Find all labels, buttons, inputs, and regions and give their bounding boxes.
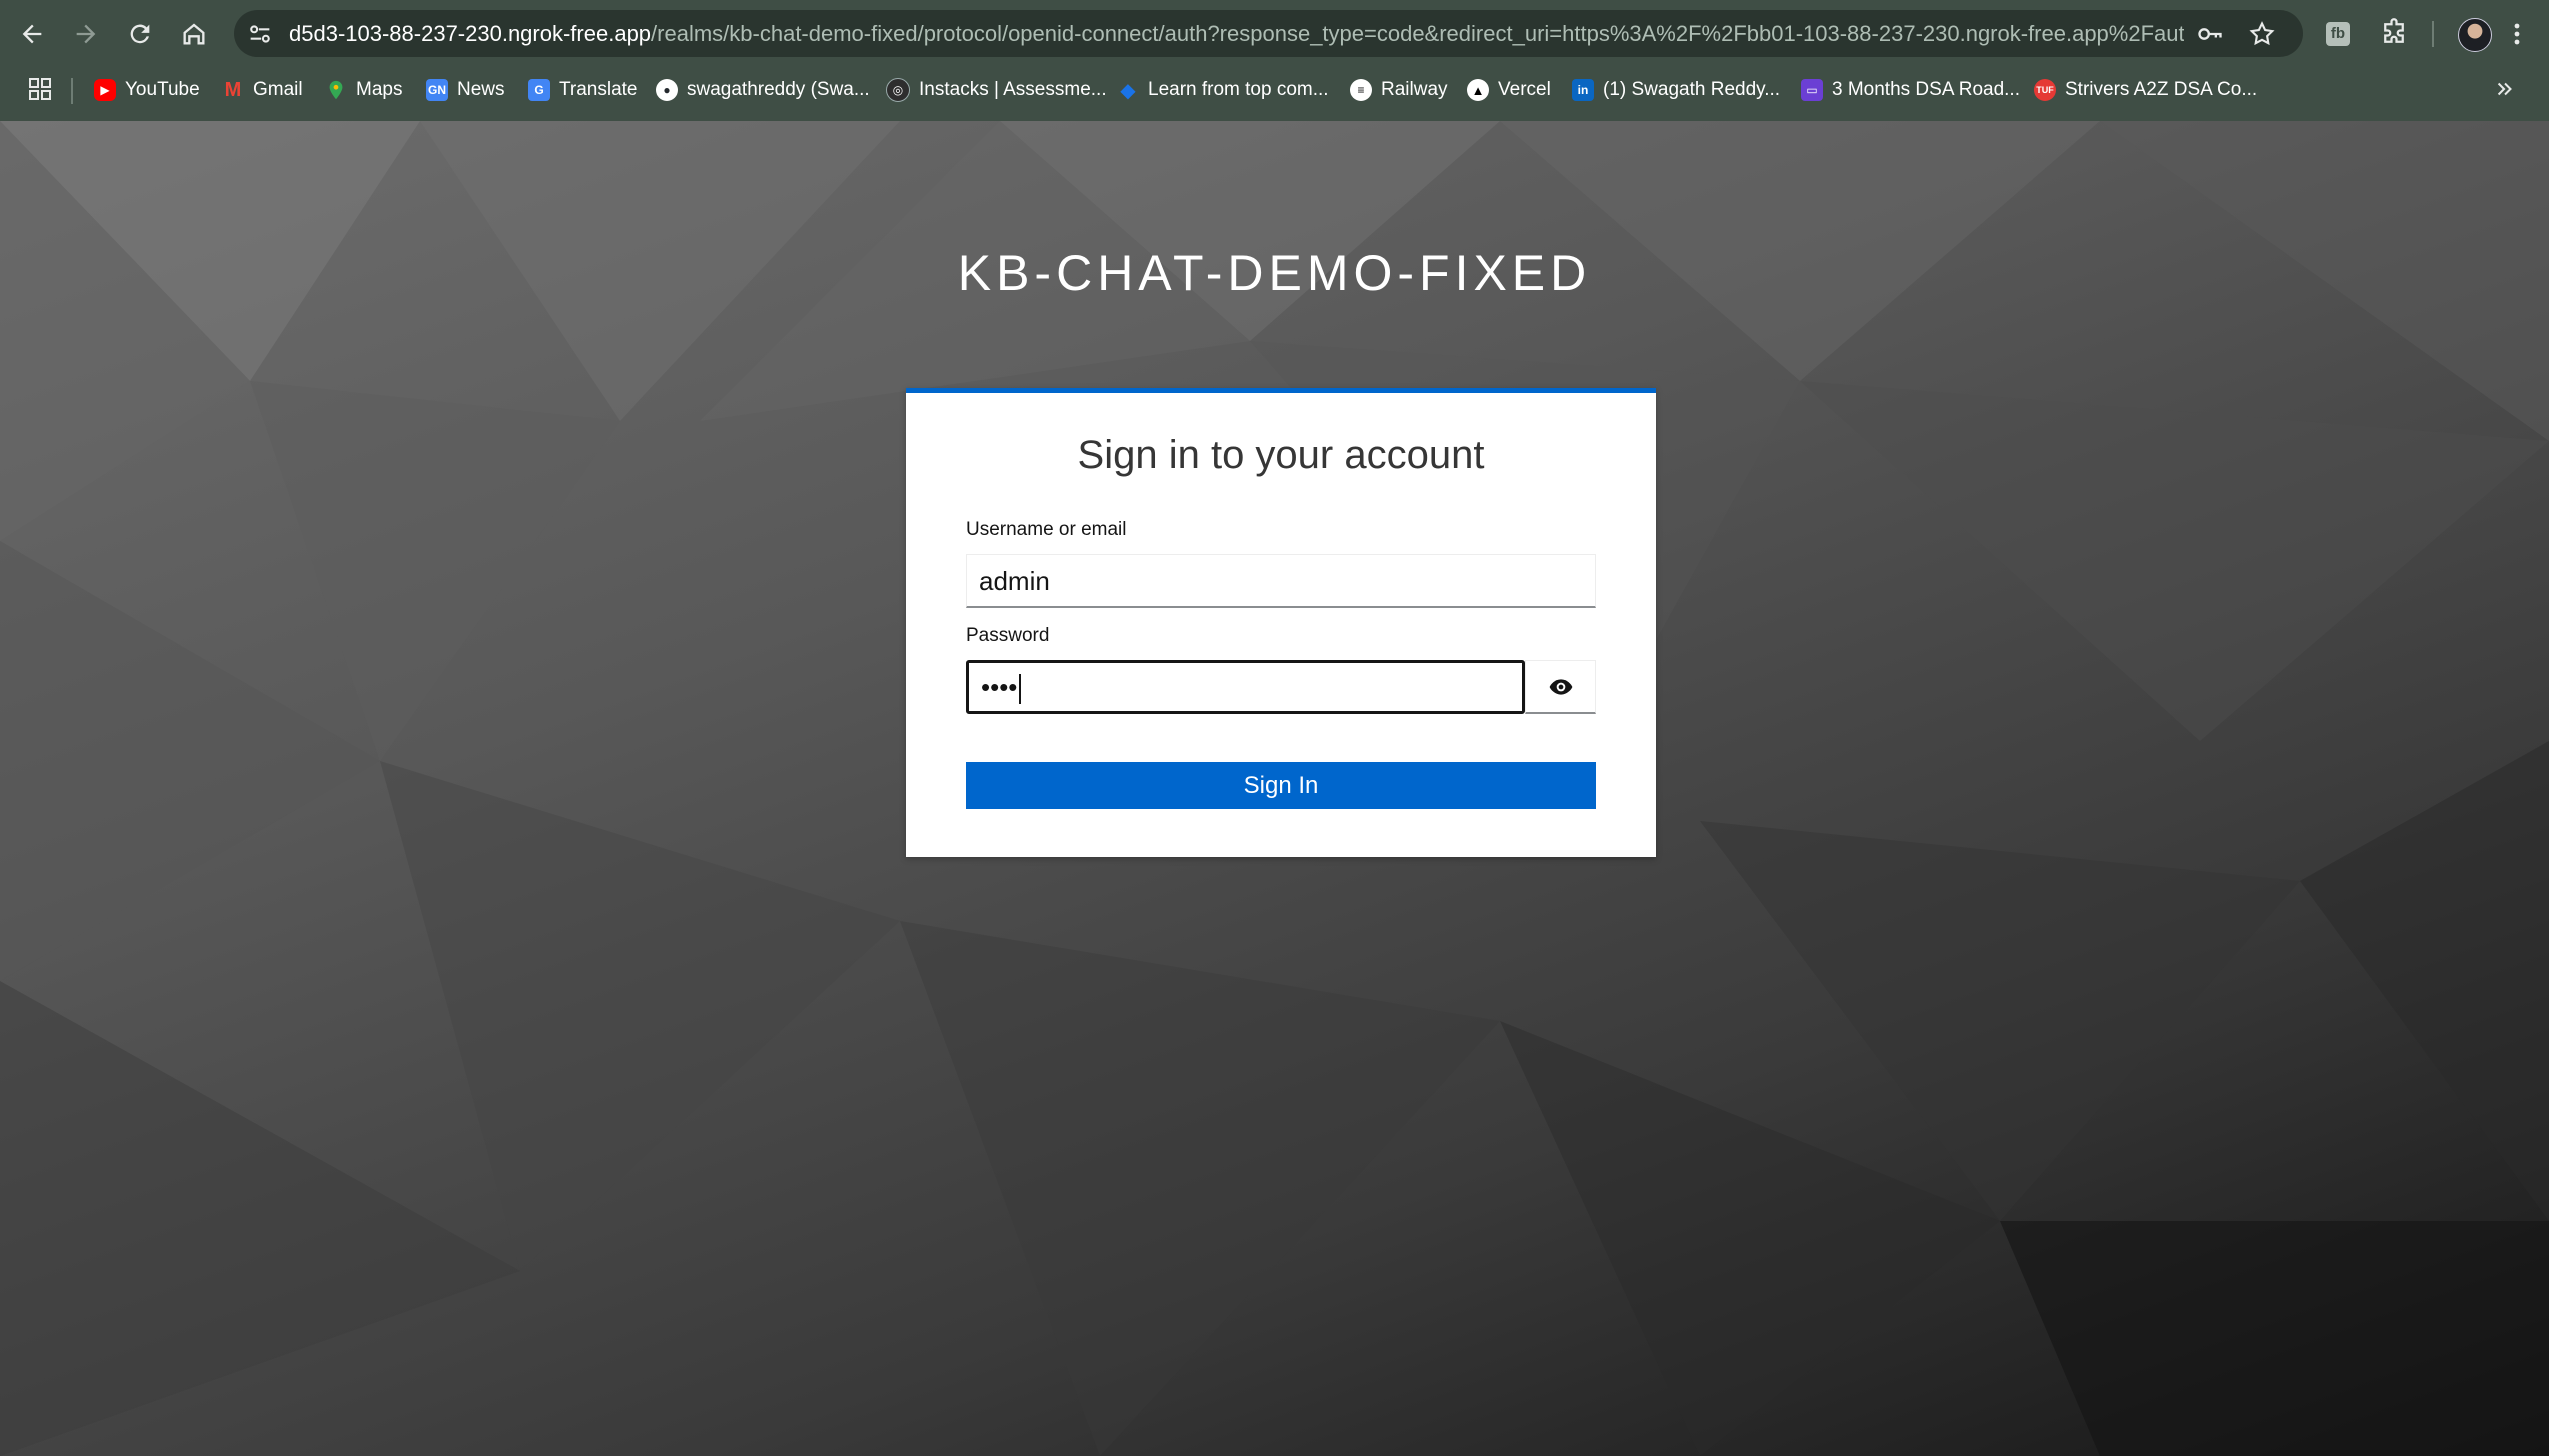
linkedin-icon: in (1572, 79, 1594, 101)
bookmark-label: Strivers A2Z DSA Co... (2065, 79, 2258, 100)
login-card: Sign in to your account Username or emai… (906, 388, 1656, 857)
realm-title: KB-CHAT-DEMO-FIXED (957, 245, 1592, 301)
eye-icon (1549, 678, 1572, 695)
bookmark-label: swagathreddy (Swa... (687, 79, 870, 100)
forward-button[interactable] (68, 16, 104, 52)
youtube-icon: ▶ (94, 79, 116, 101)
vercel-icon: ▲ (1467, 79, 1489, 101)
bookmark-news[interactable]: GN News (426, 76, 505, 104)
bookmark-label: 3 Months DSA Road... (1832, 79, 2020, 100)
address-bar[interactable]: d5d3-103-88-237-230.ngrok-free.app/realm… (234, 10, 2303, 57)
star-icon[interactable] (2248, 20, 2276, 48)
password-value: •••• (981, 672, 1018, 702)
instacks-icon: ◎ (886, 78, 910, 102)
bookmark-label: Learn from top com... (1148, 79, 1329, 100)
tuf-icon: TUF (2034, 79, 2056, 101)
maps-icon (325, 79, 347, 101)
show-password-button[interactable] (1525, 660, 1596, 714)
profile-avatar[interactable] (2458, 18, 2492, 52)
bookmark-label: (1) Swagath Reddy... (1603, 79, 1781, 100)
bookmark-learn[interactable]: ◆ Learn from top com... (1117, 76, 1329, 104)
bookmark-linkedin[interactable]: in (1) Swagath Reddy... (1572, 76, 1780, 104)
toolbar-divider (2432, 21, 2434, 47)
bookmark-label: YouTube (125, 79, 200, 100)
bookmark-label: Translate (559, 79, 638, 100)
username-label: Username or email (966, 519, 1127, 540)
gmail-icon: M (224, 78, 242, 101)
url-host: d5d3-103-88-237-230.ngrok-free.app (289, 21, 652, 46)
railway-icon: ≡ (1350, 79, 1372, 101)
puzzle-icon[interactable] (2379, 18, 2409, 48)
dsa-roadmap-icon: ▭ (1801, 79, 1823, 101)
bookmark-label: Railway (1381, 79, 1448, 100)
bookmark-label: Instacks | Assessme... (919, 79, 1107, 100)
home-button[interactable] (176, 16, 212, 52)
chevron-double-right-icon[interactable] (2494, 78, 2516, 100)
bookmark-label: Gmail (253, 79, 303, 100)
bookmark-dsa-roadmap[interactable]: ▭ 3 Months DSA Road... (1801, 76, 2020, 104)
bookmark-youtube[interactable]: ▶ YouTube (94, 76, 200, 104)
news-icon: GN (426, 79, 448, 101)
translate-icon: G (528, 79, 550, 101)
bookmark-gmail[interactable]: M Gmail (222, 76, 303, 104)
home-icon (183, 23, 205, 45)
extension-icon[interactable]: fb (2326, 22, 2350, 46)
bookmark-instacks[interactable]: ◎ Instacks | Assessme... (886, 76, 1107, 104)
back-button[interactable] (14, 16, 50, 52)
text-caret (1019, 674, 1022, 705)
bookmark-label: News (457, 79, 505, 100)
bookmark-label: Vercel (1498, 79, 1551, 100)
github-icon: ● (656, 79, 678, 101)
diamond-icon: ◆ (1120, 79, 1136, 102)
username-field[interactable]: admin (966, 554, 1596, 608)
reload-icon (130, 24, 150, 44)
bookmark-label: Maps (356, 79, 403, 100)
bookmark-github[interactable]: ● swagathreddy (Swa... (656, 76, 870, 104)
bookmark-maps[interactable]: Maps (325, 76, 402, 104)
login-page-background: KB-CHAT-DEMO-FIXED Sign in to your accou… (0, 121, 2549, 1456)
reload-button[interactable] (122, 16, 158, 52)
bookmark-translate[interactable]: G Translate (528, 76, 638, 104)
browser-toolbar: d5d3-103-88-237-230.ngrok-free.app/realm… (0, 0, 2549, 67)
key-icon[interactable] (2196, 20, 2224, 48)
bookmark-vercel[interactable]: ▲ Vercel (1467, 76, 1551, 104)
url-text[interactable]: d5d3-103-88-237-230.ngrok-free.app/realm… (289, 10, 2184, 57)
site-settings-icon[interactable] (246, 20, 274, 48)
password-label: Password (966, 625, 1050, 646)
bookmarks-divider (71, 78, 73, 104)
url-path: /realms/kb-chat-demo-fixed/protocol/open… (651, 21, 2184, 46)
more-vert-icon[interactable] (2505, 16, 2529, 52)
arrow-left-icon (22, 24, 42, 44)
apps-icon[interactable] (28, 77, 52, 101)
login-heading: Sign in to your account (1077, 433, 1485, 477)
arrow-right-icon (76, 24, 96, 44)
bookmark-railway[interactable]: ≡ Railway (1350, 76, 1448, 104)
sign-in-button[interactable]: Sign In (966, 762, 1596, 809)
bookmark-strivers[interactable]: TUF Strivers A2Z DSA Co... (2034, 76, 2257, 104)
password-field[interactable]: •••• (966, 660, 1525, 714)
